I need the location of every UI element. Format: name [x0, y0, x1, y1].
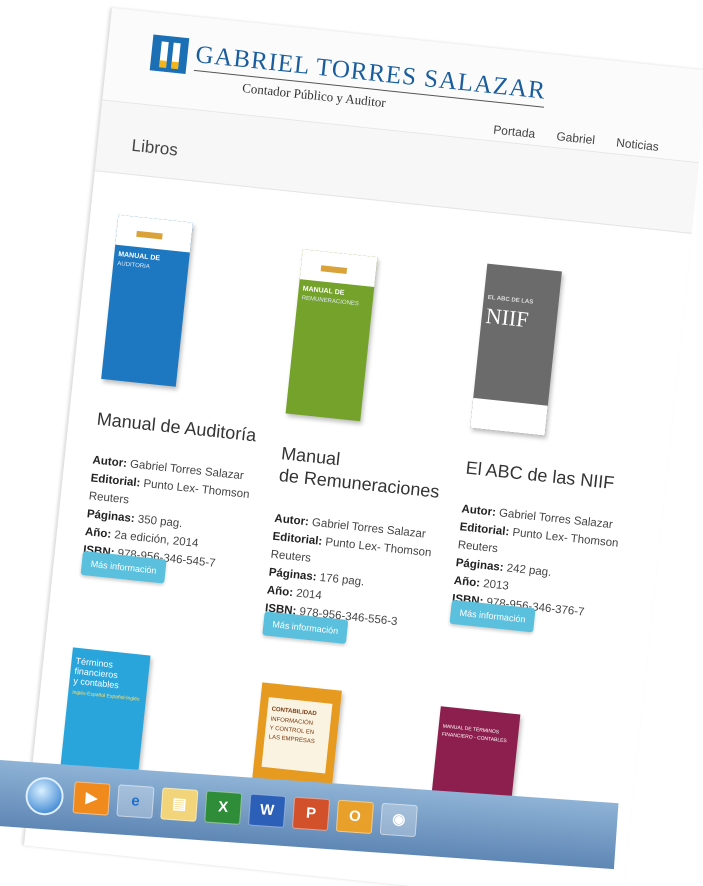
start-button-icon[interactable]	[24, 775, 65, 817]
photo-frame: GABRIEL TORRES SALAZAR Contador Público …	[0, 0, 703, 886]
browser-viewport: GABRIEL TORRES SALAZAR Contador Público …	[23, 8, 703, 886]
nav-portada[interactable]: Portada	[493, 123, 536, 141]
logo-icon[interactable]	[149, 34, 190, 75]
book-title[interactable]: El ABC de las NIIF	[465, 457, 616, 494]
book-title[interactable]: Manual de Auditoría	[96, 408, 258, 447]
word-icon[interactable]: W	[248, 793, 287, 828]
book-cover-image[interactable]: MANUAL DE REMUNERACIONES	[285, 249, 378, 422]
nav-gabriel[interactable]: Gabriel	[556, 129, 596, 147]
book-card: MANUAL DE REMUNERACIONES Manual de Remun…	[262, 249, 480, 644]
nav-noticias[interactable]: Noticias	[616, 135, 660, 153]
page-title: Libros	[130, 135, 179, 160]
internet-explorer-icon[interactable]: e	[116, 784, 155, 819]
book-cover-image[interactable]: MANUAL DE AUDITORIA	[101, 214, 194, 387]
file-explorer-icon[interactable]: ▤	[160, 787, 199, 822]
book-title[interactable]: Manual de Remuneraciones	[278, 442, 443, 503]
book-card: MANUAL DE AUDITORIA Manual de Auditoría …	[80, 214, 295, 584]
book-card: EL ABC DE LAS NIIF El ABC de las NIIF Au…	[449, 263, 664, 633]
media-player-icon[interactable]: ▶	[72, 781, 111, 816]
chrome-icon[interactable]: ◉	[379, 802, 418, 838]
book-cover-image[interactable]: EL ABC DE LAS NIIF	[470, 263, 562, 436]
excel-icon[interactable]: X	[204, 790, 243, 825]
outlook-icon[interactable]: O	[335, 799, 374, 835]
powerpoint-icon[interactable]: P	[291, 796, 331, 832]
